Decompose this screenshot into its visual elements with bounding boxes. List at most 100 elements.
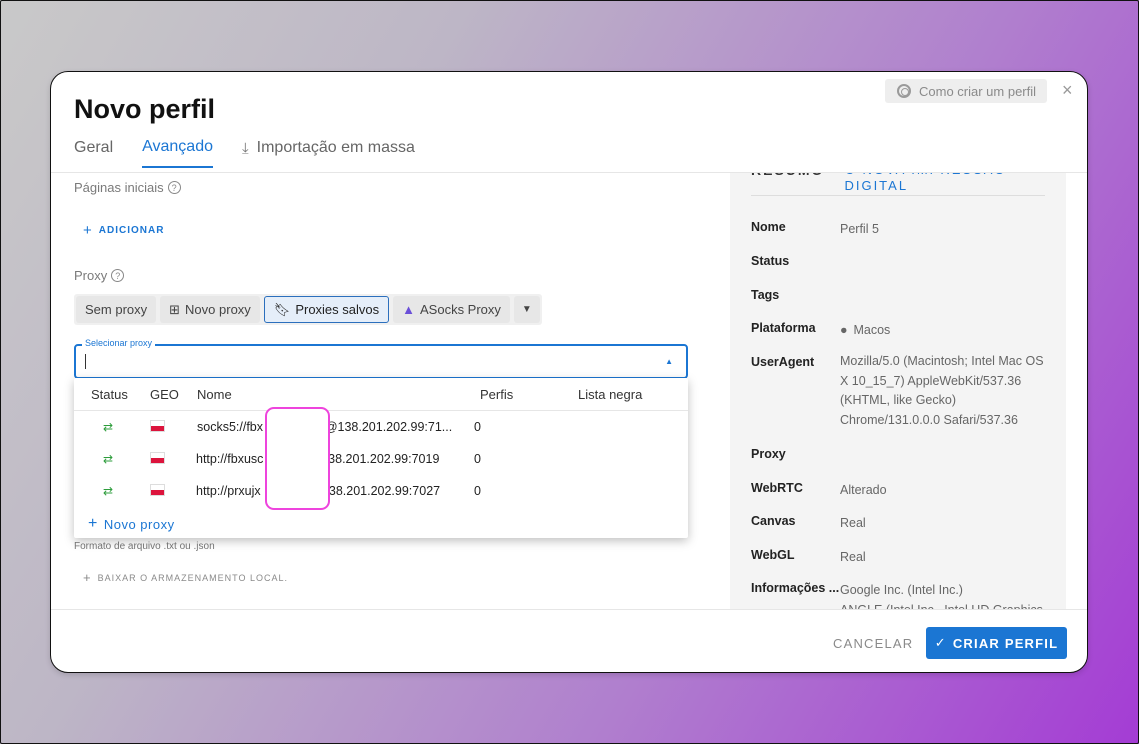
select-legend: Selecionar proxy <box>82 338 156 348</box>
new-proxy-link[interactable]: + Novo proxy <box>88 515 175 533</box>
summary-value: Mozilla/5.0 (Macintosh; Intel Mac OS X 1… <box>840 354 1044 427</box>
platform-value: Macos <box>853 323 891 337</box>
summary-divider <box>751 195 1045 196</box>
close-icon[interactable]: × <box>1062 80 1073 101</box>
footer-divider <box>51 609 1087 610</box>
proxy-row[interactable]: ⇄ http://fbxusc @138.201.202.99:7019 0 <box>74 443 688 475</box>
new-proxy-label: Novo proxy <box>103 516 175 532</box>
summary-key: WebRTC <box>751 481 803 495</box>
proxy-type-toggle: Sem proxy ⊞ Novo proxy 🔖︎ Proxies salvos… <box>74 294 542 325</box>
proxy-text: Proxy <box>74 268 108 283</box>
saved-proxies-button[interactable]: 🔖︎ Proxies salvos <box>263 296 390 323</box>
proxy-dropdown-list: Status GEO Nome Perfis Lista negra ⇄ soc… <box>74 378 688 538</box>
option-label: Sem proxy <box>85 302 148 317</box>
summary-key: Proxy <box>751 447 786 461</box>
tab-label: Avançado <box>142 138 213 155</box>
summary-value: Perfil 5 <box>840 222 879 236</box>
summary-key: Tags <box>751 288 780 302</box>
create-profile-button[interactable]: ✓ CRIAR PERFIL <box>926 627 1067 659</box>
summary-value <box>840 254 1050 268</box>
add-box-icon: ⊞ <box>169 301 181 317</box>
apple-icon: ● <box>840 323 848 337</box>
no-proxy-button[interactable]: Sem proxy <box>76 296 157 323</box>
cancel-button[interactable]: CANCELAR <box>833 636 913 651</box>
check-icon: ✓ <box>934 635 947 650</box>
plus-icon: + <box>83 222 93 239</box>
summary-value: ANGLE (Intel Inc., Intel HD Graphics <box>840 601 1050 609</box>
option-label: Novo proxy <box>185 302 251 317</box>
summary-key <box>751 601 840 609</box>
col-profiles: Perfis <box>480 387 514 402</box>
fingerprint-icon: ⦾ <box>844 173 862 177</box>
tab-label: Geral <box>74 139 114 156</box>
caret-up-icon[interactable]: ▲ <box>665 357 673 366</box>
summary-row-webgl: WebGL Real <box>751 548 1051 568</box>
proxy-profiles: 0 <box>474 420 481 434</box>
summary-row-webrtc: WebRTC Alterado <box>751 481 1051 501</box>
summary-row-renderer: ANGLE (Intel Inc., Intel HD Graphics <box>751 601 1051 609</box>
create-label: CRIAR PERFIL <box>952 635 1059 651</box>
option-label: ASocks Proxy <box>420 302 501 317</box>
how-to-create-profile-button[interactable]: Como criar um perfil <box>885 79 1047 103</box>
help-icon[interactable]: ? <box>167 181 181 194</box>
summary-row-info: Informações ... Google Inc. (Intel Inc.) <box>751 581 1051 601</box>
summary-row-useragent: UserAgent Mozilla/5.0 (Macintosh; Intel … <box>751 352 1051 430</box>
summary-heading: RESUMO <box>751 173 824 193</box>
summary-key: UserAgent <box>751 355 815 369</box>
summary-value: Real <box>840 550 866 564</box>
tab-bar: Geral Avançado ⤓ Importação em massa <box>74 138 444 168</box>
proxy-row[interactable]: ⇄ http://prxujx f@138.201.202.99:7027 0 <box>74 475 688 507</box>
download-local-label: BAIXAR O ARMAZENAMENTO LOCAL. <box>97 572 288 583</box>
proxy-profiles: 0 <box>474 484 481 498</box>
asocks-proxy-button[interactable]: ▲ ASocks Proxy <box>393 296 510 323</box>
new-fingerprint-button[interactable]: ⦾ NOVA IMPRESSÃO DIGITAL <box>844 173 1066 193</box>
summary-row-name: Nome Perfil 5 <box>751 220 1051 240</box>
proxy-row[interactable]: ⇄ socks5://fbx xnh@138.201.202.99:71... … <box>74 411 688 443</box>
poland-flag-icon <box>150 452 165 464</box>
proxy-select[interactable]: Selecionar proxy ▲ <box>74 338 688 379</box>
summary-key: Informações ... <box>751 581 840 595</box>
proxy-label: Proxy ? <box>74 268 125 283</box>
col-status: Status <box>91 387 128 402</box>
dialog-title: Novo perfil <box>74 94 216 124</box>
summary-panel: RESUMO ⦾ NOVA IMPRESSÃO DIGITAL Nome Per… <box>730 173 1066 609</box>
add-label: ADICIONAR <box>98 225 165 236</box>
file-format-hint: Formato de arquivo .txt ou .json <box>74 541 215 552</box>
add-start-page-button[interactable]: + ADICIONAR <box>83 222 164 239</box>
start-pages-label: Páginas iniciais ? <box>74 180 181 195</box>
text-cursor <box>85 354 86 369</box>
more-providers-dropdown[interactable]: ▼ <box>513 296 540 323</box>
help-label: Como criar um perfil <box>919 83 1037 99</box>
summary-row-status: Status <box>751 254 1051 268</box>
table-header: Status GEO Nome Perfis Lista negra <box>74 378 688 411</box>
summary-value: Google Inc. (Intel Inc.) <box>840 583 963 597</box>
col-blacklist: Lista negra <box>578 387 643 402</box>
new-proxy-button[interactable]: ⊞ Novo proxy <box>160 296 260 323</box>
poland-flag-icon <box>150 420 165 432</box>
option-label: Proxies salvos <box>295 302 380 317</box>
summary-value <box>840 288 1050 302</box>
download-local-storage-button[interactable]: + BAIXAR O ARMAZENAMENTO LOCAL. <box>83 570 288 585</box>
tab-advanced[interactable]: Avançado <box>142 138 213 168</box>
new-profile-dialog: Novo perfil Como criar um perfil × Geral… <box>50 71 1088 673</box>
summary-row-platform: Plataforma ● Macos <box>751 321 1051 341</box>
help-icon[interactable]: ? <box>111 269 125 282</box>
lifebuoy-icon <box>897 84 911 98</box>
plus-icon: + <box>88 515 98 532</box>
tab-bulk-import[interactable]: ⤓ Importação em massa <box>242 138 415 168</box>
col-geo: GEO <box>150 387 179 402</box>
start-pages-text: Páginas iniciais <box>74 180 164 195</box>
summary-value: Alterado <box>840 483 887 497</box>
caret-down-icon: ▼ <box>521 304 532 315</box>
summary-value: Real <box>840 516 866 530</box>
asocks-logo-icon: ▲ <box>402 302 415 317</box>
col-name: Nome <box>197 387 232 402</box>
swap-arrows-icon: ⇄ <box>103 484 114 498</box>
summary-row-tags: Tags <box>751 288 1051 302</box>
tab-label: Importação em massa <box>256 139 415 156</box>
tab-general[interactable]: Geral <box>74 138 113 168</box>
proxy-profiles: 0 <box>474 452 481 466</box>
summary-row-canvas: Canvas Real <box>751 514 1051 534</box>
summary-key: Nome <box>751 220 786 234</box>
summary-key: Plataforma <box>751 321 816 335</box>
